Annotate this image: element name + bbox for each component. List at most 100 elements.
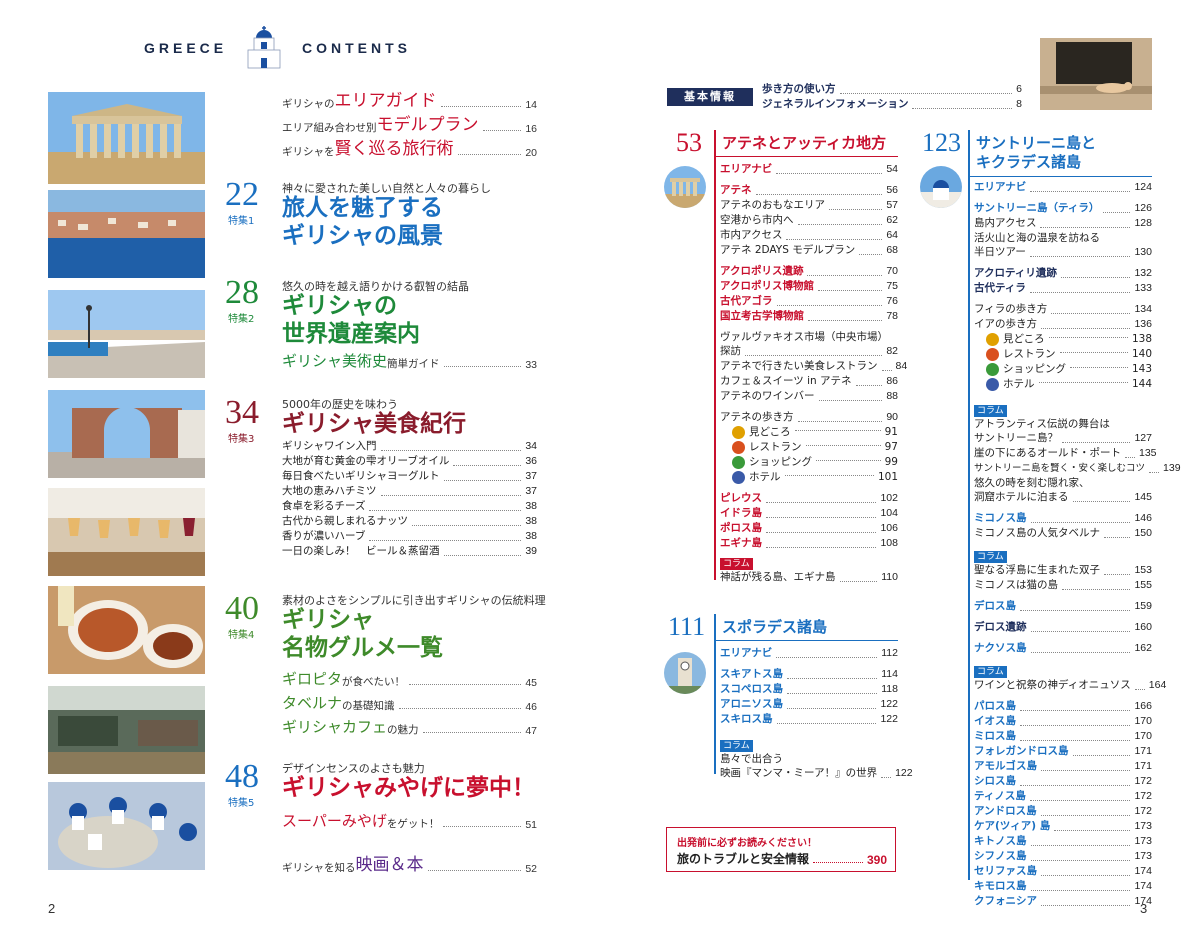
toc-island[interactable]: キモロス島 174: [974, 879, 1152, 894]
feature-4-title-1[interactable]: ギリシャ: [282, 606, 374, 634]
toc-item[interactable]: 古代ティラ 133: [974, 281, 1152, 296]
toc-naxos[interactable]: ナクソス島 162: [974, 641, 1152, 656]
toc-item[interactable]: ギリシャワイン入門 34: [282, 439, 537, 454]
toc-atlantis-line-1[interactable]: アトランティス伝説の舞台は: [974, 417, 1152, 431]
toc-item[interactable]: 食卓を彩るチーズ 38: [282, 499, 537, 514]
toc-item[interactable]: アクロポリス博物館 75: [720, 279, 898, 294]
toc-area-guide[interactable]: ギリシャの エリアガイド 14: [282, 86, 537, 111]
toc-volcano[interactable]: 半日ツアー 130: [974, 245, 1152, 260]
toc-item[interactable]: アテネのおもなエリア 57: [720, 198, 898, 213]
feature-1-title-2[interactable]: ギリシャの風景: [282, 222, 443, 250]
athens-title[interactable]: アテネとアッティカ地方: [722, 134, 886, 153]
toc-item[interactable]: 大地が育む黄金の雫オリーブオイル 36: [282, 454, 537, 469]
toc-aegina-column[interactable]: 神話が残る島、エギナ島 110: [720, 570, 898, 585]
toc-delos-ruins[interactable]: デロス遺跡 160: [974, 620, 1152, 635]
toc-item[interactable]: スキアトス島 114: [720, 667, 898, 682]
cyclades-title-1[interactable]: サントリーニ島と: [976, 134, 1096, 153]
toc-atlantis[interactable]: サントリーニ島？ 127: [974, 431, 1152, 446]
toc-island[interactable]: シフノス島 173: [974, 849, 1152, 864]
toc-item[interactable]: 島内アクセス 128: [974, 216, 1152, 231]
toc-item[interactable]: カフェ＆スイーツ in アテネ 86: [720, 374, 898, 389]
toc-item[interactable]: アロニソス島 122: [720, 697, 898, 712]
toc-market[interactable]: 探訪 82: [720, 344, 898, 359]
feature-4-title-2[interactable]: 名物グルメ一覧: [282, 634, 443, 662]
toc-item[interactable]: 国立考古学博物館 78: [720, 309, 898, 324]
toc-cave-hotel-line-1[interactable]: 悠久の時を刻む隠れ家、: [974, 476, 1152, 490]
toc-model-plan[interactable]: エリア組み合わせ別 モデルプラン 16: [282, 110, 537, 135]
toc-mamma-mia[interactable]: 映画『マンマ・ミーア！』の世界 122: [720, 766, 913, 781]
toc-item[interactable]: 香りが濃いハーブ 38: [282, 529, 537, 544]
toc-item[interactable]: ミコノス島の人気タベルナ 150: [974, 526, 1152, 541]
toc-mamma-mia-line-1[interactable]: 島々で出合う: [720, 752, 898, 766]
safety-notice-box[interactable]: 出発前に必ずお読みください！ 旅のトラブルと安全情報 390: [666, 827, 896, 872]
toc-item[interactable]: 空港から市内へ 62: [720, 213, 898, 228]
toc-item[interactable]: イアの歩き方 136: [974, 317, 1152, 332]
feature-3-title[interactable]: ギリシャ美食紀行: [282, 410, 466, 438]
toc-movies-books[interactable]: ギリシャを知る 映画＆本 52: [282, 850, 537, 875]
toc-item[interactable]: アクロティリ遺跡 132: [974, 266, 1152, 281]
feature-2-title-2[interactable]: 世界遺産案内: [282, 320, 420, 348]
toc-island[interactable]: キトノス島 173: [974, 834, 1152, 849]
toc-general-info[interactable]: ジェネラルインフォメーション 8: [762, 97, 1022, 112]
toc-item[interactable]: エギナ島 108: [720, 536, 898, 551]
sporades-title[interactable]: スポラデス諸島: [722, 618, 827, 637]
toc-island[interactable]: イオス島 170: [974, 714, 1152, 729]
toc-island[interactable]: クフォニシア 174: [974, 894, 1152, 909]
toc-gyropita[interactable]: ギロピタ が食べたい！ 45: [282, 668, 537, 689]
toc-delos[interactable]: デロス島 159: [974, 599, 1152, 614]
toc-super-souvenir[interactable]: スーパーみやげ をゲット！ 51: [282, 810, 537, 831]
toc-sights[interactable]: 見どころ 138: [974, 332, 1152, 347]
toc-athens-walk[interactable]: アテネの歩き方 90: [720, 410, 898, 425]
toc-shopping[interactable]: ショッピング 99: [720, 455, 898, 470]
toc-travel-tips[interactable]: ギリシャを 賢く巡る旅行術 20: [282, 134, 537, 159]
toc-sights[interactable]: 見どころ 91: [720, 425, 898, 440]
toc-mykonos[interactable]: ミコノス島 146: [974, 511, 1152, 526]
toc-item[interactable]: アクロポリス遺跡 70: [720, 264, 898, 279]
toc-cyclades-area-navi[interactable]: エリアナビ 124: [974, 180, 1152, 195]
feature-2-title-1[interactable]: ギリシャの: [282, 292, 397, 320]
toc-restaurant[interactable]: レストラン 97: [720, 440, 898, 455]
toc-island[interactable]: アンドロス島 172: [974, 804, 1152, 819]
toc-taverna[interactable]: タベルナ の基礎知識 46: [282, 692, 537, 713]
toc-art-history[interactable]: ギリシャ美術史 簡単ガイド 33: [282, 350, 537, 371]
toc-athens[interactable]: アテネ 56: [720, 183, 898, 198]
toc-item[interactable]: ワインと祝祭の神ディオニュソス 164: [974, 678, 1166, 693]
toc-island[interactable]: フォレガンドロス島 171: [974, 744, 1152, 759]
toc-santorini[interactable]: サントリーニ島（ティラ） 126: [974, 201, 1152, 216]
toc-island[interactable]: パロス島 166: [974, 699, 1152, 714]
toc-item[interactable]: ミコノスは猫の島 155: [974, 578, 1152, 593]
toc-item[interactable]: ピレウス 102: [720, 491, 898, 506]
toc-island[interactable]: アモルゴス島 171: [974, 759, 1152, 774]
toc-item[interactable]: 市内アクセス 64: [720, 228, 898, 243]
toc-item[interactable]: アテネで行きたい美食レストラン 84: [720, 359, 907, 374]
toc-item[interactable]: 大地の恵みハチミツ 37: [282, 484, 537, 499]
toc-athens-area-navi[interactable]: エリアナビ 54: [720, 162, 898, 177]
toc-hotel[interactable]: ホテル 144: [974, 377, 1152, 392]
toc-market-line-1[interactable]: ヴァルヴァキオス市場（中央市場）: [720, 330, 898, 344]
toc-hotel[interactable]: ホテル 101: [720, 470, 898, 485]
toc-how-to-use[interactable]: 歩き方の使い方 6: [762, 82, 1022, 97]
toc-item[interactable]: アテネ 2DAYS モデルプラン 68: [720, 243, 898, 258]
toc-item[interactable]: ポロス島 106: [720, 521, 898, 536]
toc-item[interactable]: 一日の楽しみ！ ビール＆蒸留酒 39: [282, 544, 537, 559]
toc-restaurant[interactable]: レストラン 140: [974, 347, 1152, 362]
toc-item[interactable]: アテネのワインバー 88: [720, 389, 898, 404]
toc-item[interactable]: 聖なる浮島に生まれた双子 153: [974, 563, 1152, 578]
toc-shopping[interactable]: ショッピング 143: [974, 362, 1152, 377]
toc-island[interactable]: シロス島 172: [974, 774, 1152, 789]
feature-5-title[interactable]: ギリシャみやげに夢中！: [282, 774, 535, 802]
toc-item[interactable]: 毎日食べたいギリシャヨーグルト 37: [282, 469, 537, 484]
toc-item[interactable]: スキロス島 122: [720, 712, 898, 727]
toc-island[interactable]: ケア(ツィア) 島 173: [974, 819, 1152, 834]
toc-item[interactable]: スコペロス島 118: [720, 682, 898, 697]
toc-item[interactable]: 古代から親しまれるナッツ 38: [282, 514, 537, 529]
toc-sporades-area-navi[interactable]: エリアナビ 112: [720, 646, 898, 661]
toc-island[interactable]: ミロス島 170: [974, 729, 1152, 744]
toc-item[interactable]: フィラの歩き方 134: [974, 302, 1152, 317]
toc-cave-hotel[interactable]: 洞窟ホテルに泊まる 145: [974, 490, 1152, 505]
feature-1-title-1[interactable]: 旅人を魅了する: [282, 194, 443, 222]
toc-item[interactable]: サントリーニ島を賢く・安く楽しむコツ 139: [974, 461, 1181, 476]
toc-volcano-line-1[interactable]: 活火山と海の温泉を訪ねる: [974, 231, 1152, 245]
toc-island[interactable]: セリファス島 174: [974, 864, 1152, 879]
toc-item[interactable]: イドラ島 104: [720, 506, 898, 521]
